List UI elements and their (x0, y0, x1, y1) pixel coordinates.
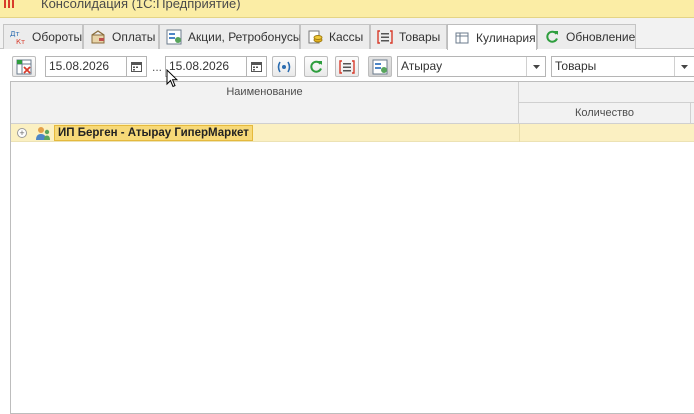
toolbar: 15.08.2026 ... 15.08.2026 Атырау Товары (0, 49, 694, 81)
chevron-down-icon[interactable] (674, 57, 693, 76)
counterparty-icon (36, 127, 50, 140)
table-icon (454, 30, 470, 46)
tab-strip: Дт Кт Обороты Оплаты Акции, Ретробонусы К… (0, 18, 694, 50)
calendar-icon (131, 62, 142, 72)
column-group-header (519, 82, 694, 103)
tab-label: Обновление (566, 30, 636, 44)
tab-label: Кулинария (476, 30, 536, 45)
report-settings-icon (372, 59, 388, 74)
tab-aktsii[interactable]: Акции, Ретробонусы (159, 24, 302, 49)
list-icon (339, 59, 355, 74)
group-select-value: Товары (555, 59, 597, 73)
refresh-icon (310, 60, 322, 73)
column-header-name[interactable]: Наименование (11, 82, 519, 124)
coins-icon (307, 29, 323, 45)
group-select[interactable]: Товары (551, 56, 694, 77)
refresh-button[interactable] (304, 56, 328, 77)
tab-oboroty[interactable]: Дт Кт Обороты (3, 24, 83, 49)
cell-divider (519, 124, 520, 142)
svg-text:Кт: Кт (16, 38, 25, 45)
1c-logo-icon (4, 0, 14, 8)
tab-oplaty[interactable]: Оплаты (83, 24, 159, 49)
debit-credit-icon: Дт Кт (10, 29, 26, 45)
date-from-field[interactable]: 15.08.2026 (45, 56, 127, 77)
region-select[interactable]: Атырау (397, 56, 546, 77)
period-icon (277, 61, 291, 72)
excel-export-button[interactable] (12, 56, 36, 77)
list-icon (377, 29, 393, 45)
tab-kulinariya[interactable]: Кулинария (447, 24, 537, 50)
column-header-quantity[interactable]: Количество (519, 103, 691, 124)
expand-icon[interactable]: + (17, 128, 27, 138)
row-name-cell[interactable]: ИП Берген - Атырау ГиперМаркет (54, 125, 253, 141)
svg-text:Дт: Дт (10, 30, 20, 38)
report-settings-icon (166, 29, 182, 45)
tab-label: Акции, Ретробонусы (188, 30, 302, 44)
refresh-icon (544, 29, 560, 45)
excel-icon (16, 59, 32, 74)
date-range-separator: ... (152, 60, 163, 74)
chevron-down-icon[interactable] (526, 57, 545, 76)
tab-label: Обороты (32, 30, 83, 44)
wallet-icon (90, 29, 106, 45)
tab-kassy[interactable]: Кассы (300, 24, 370, 49)
calendar-icon (251, 62, 262, 72)
calendar-to-button[interactable] (247, 56, 267, 77)
report-settings-button[interactable] (368, 56, 392, 77)
title-bar: Консолидация (1С:Предприятие) (0, 0, 694, 18)
window-title: Консолидация (1С:Предприятие) (41, 0, 241, 11)
region-select-value: Атырау (401, 59, 443, 73)
tab-label: Товары (399, 30, 441, 44)
period-settings-button[interactable] (272, 56, 296, 77)
report-list-button[interactable] (335, 56, 359, 77)
table-row[interactable]: + ИП Берген - Атырау ГиперМаркет (11, 124, 694, 142)
tab-obnovlenie[interactable]: Обновление (537, 24, 636, 49)
calendar-from-button[interactable] (127, 56, 147, 77)
report-table[interactable]: Наименование Количество + ИП Берген - Ат… (10, 81, 694, 414)
tab-label: Оплаты (112, 30, 156, 44)
tab-label: Кассы (329, 30, 364, 44)
tab-tovary[interactable]: Товары (370, 24, 447, 49)
mouse-cursor-icon (166, 69, 178, 88)
